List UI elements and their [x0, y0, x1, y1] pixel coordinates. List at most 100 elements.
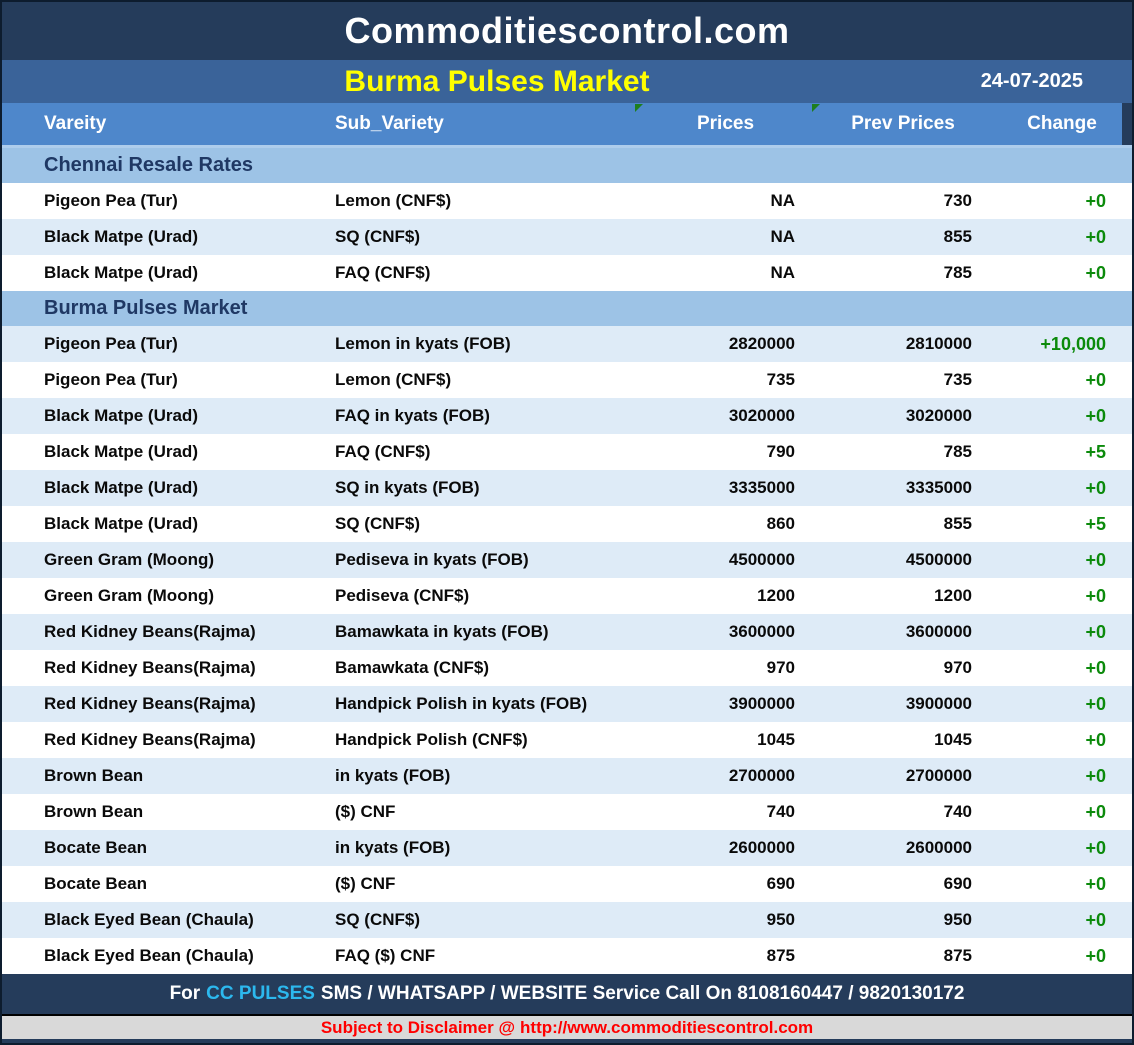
table-row: Red Kidney Beans(Rajma)Bamawkata (CNF$)9… — [2, 650, 1132, 686]
cell-price: 860 — [637, 514, 814, 534]
cell-change: +0 — [992, 550, 1132, 571]
table-row: Black Matpe (Urad)SQ in kyats (FOB)33350… — [2, 470, 1132, 506]
column-header-prices: Prices — [637, 113, 814, 135]
cell-sub-variety: FAQ ($) CNF — [307, 946, 637, 966]
cell-prev-price: 970 — [814, 658, 992, 678]
cell-variety: Black Matpe (Urad) — [2, 263, 307, 283]
cell-sub-variety: FAQ (CNF$) — [307, 442, 637, 462]
cell-price: 2820000 — [637, 334, 814, 354]
table-row: Black Matpe (Urad)FAQ in kyats (FOB)3020… — [2, 398, 1132, 434]
table-row: Black Matpe (Urad)FAQ (CNF$)790785+5 — [2, 434, 1132, 470]
cell-price: NA — [637, 191, 814, 211]
cell-variety: Red Kidney Beans(Rajma) — [2, 622, 307, 642]
cell-prev-price: 3600000 — [814, 622, 992, 642]
cell-price: 3335000 — [637, 478, 814, 498]
cell-price: 875 — [637, 946, 814, 966]
cell-variety: Pigeon Pea (Tur) — [2, 370, 307, 390]
cell-prev-price: 1045 — [814, 730, 992, 750]
cell-sub-variety: Handpick Polish in kyats (FOB) — [307, 694, 637, 714]
table-row: Red Kidney Beans(Rajma)Handpick Polish (… — [2, 722, 1132, 758]
cell-price: NA — [637, 263, 814, 283]
cell-variety: Red Kidney Beans(Rajma) — [2, 694, 307, 714]
cell-price: 1045 — [637, 730, 814, 750]
cell-prev-price: 855 — [814, 514, 992, 534]
cell-sub-variety: ($) CNF — [307, 874, 637, 894]
cell-sub-variety: in kyats (FOB) — [307, 766, 637, 786]
cell-change: +0 — [992, 802, 1132, 823]
cell-prev-price: 2700000 — [814, 766, 992, 786]
cell-variety: Brown Bean — [2, 766, 307, 786]
column-header-prev-prices: Prev Prices — [814, 113, 992, 135]
table-row: Black Matpe (Urad)SQ (CNF$)860855+5 — [2, 506, 1132, 542]
cell-sub-variety: FAQ in kyats (FOB) — [307, 406, 637, 426]
cell-sub-variety: SQ in kyats (FOB) — [307, 478, 637, 498]
cell-sub-variety: Lemon (CNF$) — [307, 370, 637, 390]
service-footer-bar: For CC PULSES SMS / WHATSAPP / WEBSITE S… — [2, 974, 1132, 1016]
section-header-burma-pulses-market: Burma Pulses Market — [2, 291, 1132, 326]
cell-prev-price: 4500000 — [814, 550, 992, 570]
cell-prev-price: 3335000 — [814, 478, 992, 498]
service-prefix: For — [170, 983, 201, 1005]
cell-sub-variety: Lemon (CNF$) — [307, 191, 637, 211]
report-date: 24-07-2025 — [981, 60, 1083, 103]
cell-price: 3600000 — [637, 622, 814, 642]
cell-variety: Red Kidney Beans(Rajma) — [2, 730, 307, 750]
table-row: Green Gram (Moong)Pediseva in kyats (FOB… — [2, 542, 1132, 578]
cell-change: +0 — [992, 874, 1132, 895]
cell-change: +0 — [992, 658, 1132, 679]
cell-prev-price: 740 — [814, 802, 992, 822]
cell-prev-price: 730 — [814, 191, 992, 211]
cell-change: +0 — [992, 263, 1132, 284]
cell-variety: Black Matpe (Urad) — [2, 227, 307, 247]
cell-prev-price: 3900000 — [814, 694, 992, 714]
column-header-variety: Vareity — [2, 113, 307, 135]
cell-prev-price: 785 — [814, 442, 992, 462]
cell-price: 2600000 — [637, 838, 814, 858]
column-header-sub-variety: Sub_Variety — [307, 113, 637, 135]
cell-prev-price: 1200 — [814, 586, 992, 606]
cell-change: +5 — [992, 514, 1132, 535]
cell-sub-variety: Handpick Polish (CNF$) — [307, 730, 637, 750]
header-right-notch — [1122, 103, 1132, 145]
cell-price: 4500000 — [637, 550, 814, 570]
prev-prices-corner-flag-icon — [812, 104, 820, 112]
table-row: Pigeon Pea (Tur)Lemon in kyats (FOB)2820… — [2, 326, 1132, 362]
cell-prev-price: 735 — [814, 370, 992, 390]
cell-variety: Black Matpe (Urad) — [2, 442, 307, 462]
cell-variety: Pigeon Pea (Tur) — [2, 191, 307, 211]
disclaimer-link[interactable]: http://www.commoditiescontrol.com — [520, 1018, 813, 1038]
table-row: Brown Bean($) CNF740740+0 — [2, 794, 1132, 830]
table-body: Chennai Resale RatesPigeon Pea (Tur)Lemo… — [2, 148, 1132, 974]
cell-price: 2700000 — [637, 766, 814, 786]
cell-change: +0 — [992, 946, 1132, 967]
cell-prev-price: 2810000 — [814, 334, 992, 354]
service-text: SMS / WHATSAPP / WEBSITE Service Call On… — [321, 983, 965, 1005]
column-header-row: Vareity Sub_Variety Prices Prev Prices C… — [2, 103, 1132, 145]
table-row: Black Matpe (Urad)SQ (CNF$)NA855+0 — [2, 219, 1132, 255]
cell-price: 790 — [637, 442, 814, 462]
cell-price: 735 — [637, 370, 814, 390]
cell-price: NA — [637, 227, 814, 247]
table-row: Black Eyed Bean (Chaula)SQ (CNF$)950950+… — [2, 902, 1132, 938]
cell-sub-variety: Pediseva (CNF$) — [307, 586, 637, 606]
table-row: Green Gram (Moong)Pediseva (CNF$)1200120… — [2, 578, 1132, 614]
cell-price: 970 — [637, 658, 814, 678]
cell-change: +0 — [992, 910, 1132, 931]
cell-prev-price: 690 — [814, 874, 992, 894]
cell-variety: Black Eyed Bean (Chaula) — [2, 910, 307, 930]
table-row: Bocate Bean($) CNF690690+0 — [2, 866, 1132, 902]
cell-price: 3020000 — [637, 406, 814, 426]
cell-prev-price: 2600000 — [814, 838, 992, 858]
cell-variety: Red Kidney Beans(Rajma) — [2, 658, 307, 678]
cell-change: +0 — [992, 730, 1132, 751]
cell-change: +5 — [992, 442, 1132, 463]
cell-change: +0 — [992, 586, 1132, 607]
cell-prev-price: 785 — [814, 263, 992, 283]
cell-sub-variety: FAQ (CNF$) — [307, 263, 637, 283]
table-row: Pigeon Pea (Tur)Lemon (CNF$)NA730+0 — [2, 183, 1132, 219]
cell-price: 1200 — [637, 586, 814, 606]
cell-variety: Black Matpe (Urad) — [2, 478, 307, 498]
cell-prev-price: 875 — [814, 946, 992, 966]
cell-prev-price: 3020000 — [814, 406, 992, 426]
cell-prev-price: 855 — [814, 227, 992, 247]
